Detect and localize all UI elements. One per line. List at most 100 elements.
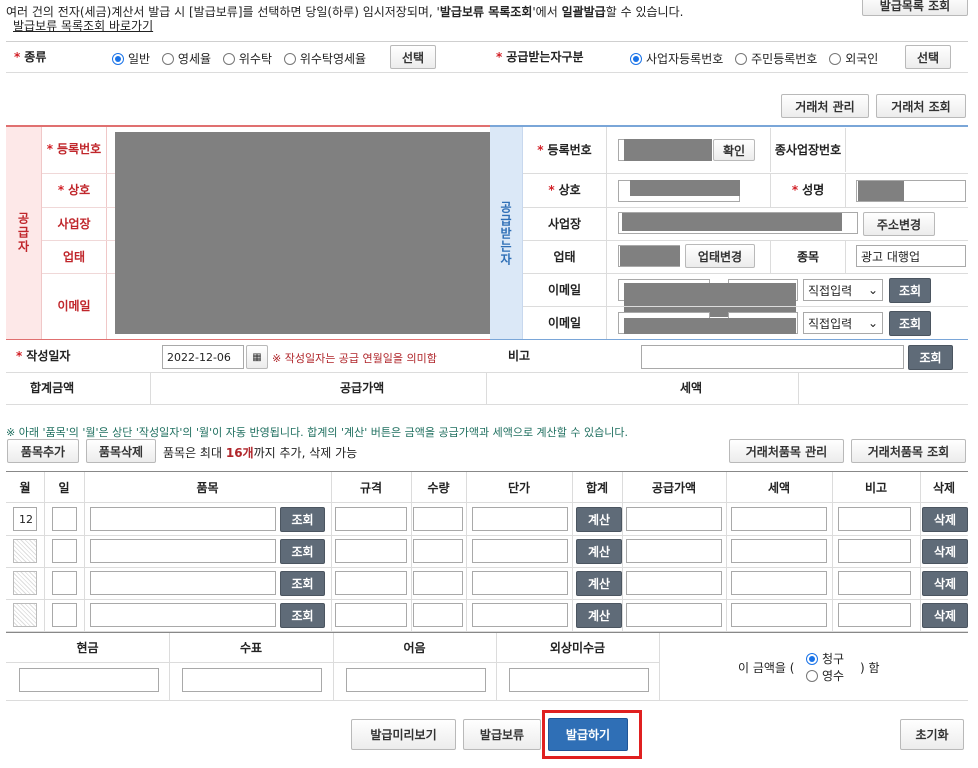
qty-input[interactable] bbox=[413, 507, 463, 531]
type-option-consign[interactable]: 위수탁 bbox=[222, 52, 272, 66]
spec-input[interactable] bbox=[335, 603, 407, 627]
radio-checked-icon[interactable] bbox=[630, 53, 642, 65]
supply-input[interactable] bbox=[626, 507, 722, 531]
receivable-input[interactable] bbox=[509, 668, 649, 692]
tax-input[interactable] bbox=[731, 539, 827, 563]
date-input[interactable]: 2022-12-06 bbox=[162, 345, 244, 369]
check-input[interactable] bbox=[182, 668, 322, 692]
receiver-confirm-button[interactable]: 확인 bbox=[713, 139, 755, 161]
recipient-select-button[interactable]: 선택 bbox=[905, 45, 951, 69]
row-delete-button[interactable]: 삭제 bbox=[922, 603, 968, 628]
email2-lookup-button[interactable]: 조회 bbox=[889, 311, 931, 336]
tax-input[interactable] bbox=[731, 507, 827, 531]
radio-icon[interactable] bbox=[735, 53, 748, 65]
spec-input[interactable] bbox=[335, 571, 407, 595]
month-input[interactable]: 12 bbox=[13, 507, 37, 531]
memo-lookup-button[interactable]: 조회 bbox=[908, 345, 953, 370]
qty-input[interactable] bbox=[413, 571, 463, 595]
memo-cell-input[interactable] bbox=[838, 539, 911, 563]
item-name-input[interactable] bbox=[90, 571, 276, 595]
memo-cell-input[interactable] bbox=[838, 571, 911, 595]
partner-item-lookup-button[interactable]: 거래처품목 조회 bbox=[851, 439, 966, 463]
unit-price-input[interactable] bbox=[472, 603, 568, 627]
calc-button[interactable]: 계산 bbox=[576, 603, 622, 628]
item-lookup-button[interactable]: 조회 bbox=[280, 539, 325, 564]
recipient-option-resident[interactable]: 주민등록번호 bbox=[735, 52, 817, 66]
email1-domain-select[interactable]: 직접입력 ⌄ bbox=[803, 279, 883, 301]
hold-list-link[interactable]: 발급보류 목록조회 바로가기 bbox=[13, 17, 153, 34]
day-input[interactable] bbox=[52, 539, 77, 563]
radio-icon[interactable] bbox=[161, 53, 174, 65]
amount-option-receipt[interactable]: 영수 bbox=[806, 667, 844, 684]
radio-icon[interactable] bbox=[829, 53, 842, 65]
business-change-button[interactable]: 업태변경 bbox=[685, 244, 755, 268]
reset-button[interactable]: 초기화 bbox=[900, 719, 964, 750]
radio-icon[interactable] bbox=[806, 670, 818, 682]
partner-item-manage-button[interactable]: 거래처품목 관리 bbox=[729, 439, 844, 463]
radio-icon[interactable] bbox=[283, 53, 296, 65]
email1-lookup-button[interactable]: 조회 bbox=[889, 278, 931, 303]
cash-input[interactable] bbox=[19, 668, 159, 692]
unit-price-input[interactable] bbox=[472, 571, 568, 595]
address-change-button[interactable]: 주소변경 bbox=[863, 212, 935, 236]
unit-price-input[interactable] bbox=[472, 539, 568, 563]
radio-icon[interactable] bbox=[222, 53, 235, 65]
recipient-option-foreign[interactable]: 외국인 bbox=[829, 52, 878, 66]
preview-button[interactable]: 발급미리보기 bbox=[351, 719, 456, 750]
bill-input[interactable] bbox=[346, 668, 486, 692]
col-item: 품목 bbox=[196, 480, 219, 495]
recipient-option-biz[interactable]: 사업자등록번호 bbox=[630, 52, 723, 66]
type-option-consign-zero[interactable]: 위수탁영세율 bbox=[283, 52, 366, 66]
receiver-reg-input[interactable] bbox=[618, 139, 624, 161]
memo-cell-input[interactable] bbox=[838, 603, 911, 627]
qty-input[interactable] bbox=[413, 603, 463, 627]
item-name-input[interactable] bbox=[90, 539, 276, 563]
type-select-button[interactable]: 선택 bbox=[390, 45, 436, 69]
calc-button[interactable]: 계산 bbox=[576, 507, 622, 532]
supplier-company-label: * 상호 bbox=[57, 183, 91, 197]
radio-checked-icon[interactable] bbox=[806, 653, 818, 665]
row-delete-button[interactable]: 삭제 bbox=[922, 571, 968, 596]
item-lookup-button[interactable]: 조회 bbox=[280, 571, 325, 596]
supply-input[interactable] bbox=[626, 603, 722, 627]
day-input[interactable] bbox=[52, 571, 77, 595]
day-input[interactable] bbox=[52, 603, 77, 627]
partner-manage-button[interactable]: 거래처 관리 bbox=[781, 94, 869, 118]
issue-list-button[interactable]: 발급목록 조회 bbox=[862, 0, 968, 16]
day-input[interactable] bbox=[52, 507, 77, 531]
hold-button[interactable]: 발급보류 bbox=[463, 719, 541, 750]
calc-button[interactable]: 계산 bbox=[576, 539, 622, 564]
divider bbox=[150, 373, 151, 404]
tax-label: 세액 bbox=[680, 381, 703, 395]
qty-input[interactable] bbox=[413, 539, 463, 563]
item-name-input[interactable] bbox=[90, 603, 276, 627]
type-option-zero-rate[interactable]: 영세율 bbox=[161, 52, 211, 66]
sub-business-label: 종사업장번호 bbox=[774, 143, 842, 157]
tax-input[interactable] bbox=[731, 603, 827, 627]
issue-button[interactable]: 발급하기 bbox=[548, 718, 628, 751]
type-option-general[interactable]: 일반 bbox=[112, 52, 150, 66]
add-item-button[interactable]: 품목추가 bbox=[7, 439, 79, 463]
unit-price-input[interactable] bbox=[472, 507, 568, 531]
partner-lookup-button[interactable]: 거래처 조회 bbox=[876, 94, 966, 118]
item-lookup-button[interactable]: 조회 bbox=[280, 603, 325, 628]
memo-cell-input[interactable] bbox=[838, 507, 911, 531]
supply-input[interactable] bbox=[626, 539, 722, 563]
receiver-item-input[interactable]: 광고 대행업 bbox=[856, 245, 966, 267]
email2-domain-select[interactable]: 직접입력 ⌄ bbox=[803, 312, 883, 334]
item-name-input[interactable] bbox=[90, 507, 276, 531]
delete-item-button[interactable]: 품목삭제 bbox=[86, 439, 156, 463]
row-delete-button[interactable]: 삭제 bbox=[922, 507, 968, 532]
row-delete-button[interactable]: 삭제 bbox=[922, 539, 968, 564]
amount-option-claim[interactable]: 청구 bbox=[806, 650, 844, 667]
calc-button[interactable]: 계산 bbox=[576, 571, 622, 596]
supply-input[interactable] bbox=[626, 571, 722, 595]
radio-checked-icon[interactable] bbox=[112, 53, 124, 65]
memo-input[interactable] bbox=[641, 345, 904, 369]
item-lookup-button[interactable]: 조회 bbox=[280, 507, 325, 532]
spec-input[interactable] bbox=[335, 539, 407, 563]
tax-input[interactable] bbox=[731, 571, 827, 595]
spec-input[interactable] bbox=[335, 507, 407, 531]
supplier-side-label: 공급자 bbox=[6, 127, 41, 339]
calendar-icon[interactable]: ▦ bbox=[246, 345, 268, 369]
